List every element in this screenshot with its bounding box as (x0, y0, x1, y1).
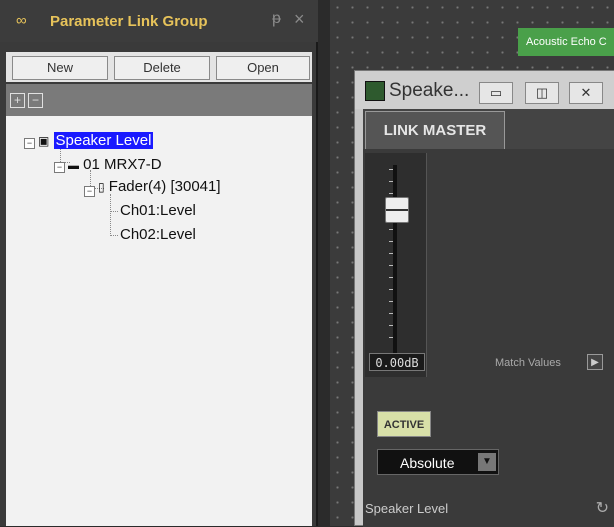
status-text: Speaker Level (365, 501, 449, 516)
panel-titlebar: ∞ Parameter Link Group ᵽ × (0, 0, 318, 42)
fader-knob[interactable] (385, 197, 409, 223)
component-editor-window: Speake... ▭ ◫ ✕ LINK MASTER 0.00dB Match… (354, 70, 614, 527)
new-button[interactable]: New (12, 56, 108, 80)
link-group-tree: − ▣ Speaker Level − ▬ 01 MRX7-D − ▯ Fade… (6, 116, 312, 526)
tree-node-label: Speaker Level (53, 132, 154, 149)
window-titlebar[interactable]: Speake... ▭ ◫ ✕ (355, 71, 614, 109)
toolbar: New Delete Open (6, 52, 312, 82)
mode-dropdown[interactable]: Absolute ▼ (377, 449, 499, 475)
tree-node-ch01[interactable]: Ch01:Level (120, 202, 196, 219)
fader-icon: ▯ (98, 180, 105, 194)
restore-button[interactable]: ◫ (525, 82, 559, 104)
device-icon: ▬ (68, 160, 79, 172)
match-values-label: Match Values (495, 357, 561, 369)
tree-expander[interactable]: − (54, 162, 65, 173)
collapse-all-icon[interactable]: − (28, 93, 43, 108)
link-icon: ∞ (16, 12, 27, 29)
close-button[interactable]: ✕ (569, 82, 603, 104)
fader-value-field[interactable]: 0.00dB (369, 353, 425, 371)
panel-title: Parameter Link Group (50, 13, 208, 30)
tree-node-speaker-level[interactable]: ▣ Speaker Level (38, 132, 154, 149)
fader-track (393, 165, 397, 365)
match-values-button[interactable]: ▶ (587, 354, 603, 370)
open-button[interactable]: Open (216, 56, 310, 80)
chevron-down-icon: ▼ (478, 453, 496, 471)
active-button[interactable]: ACTIVE (377, 411, 431, 437)
close-icon[interactable]: × (294, 9, 305, 30)
tree-expander[interactable]: − (84, 186, 95, 197)
tree-node-label: 01 MRX7-D (83, 156, 162, 173)
tree-node-ch02[interactable]: Ch02:Level (120, 226, 196, 243)
delete-button[interactable]: Delete (114, 56, 210, 80)
window-title: Speake... (389, 80, 470, 101)
mode-value: Absolute (400, 455, 455, 471)
parameter-link-group-panel: ∞ Parameter Link Group ᵽ × New Delete Op… (0, 0, 318, 526)
acoustic-echo-component[interactable]: Acoustic Echo C (518, 28, 614, 56)
tree-node-label: Fader(4) [30041] (108, 178, 221, 195)
tree-toolbar: + − (6, 84, 312, 116)
tree-expander[interactable]: − (24, 138, 35, 149)
tree-node-fader[interactable]: ▯ Fader(4) [30041] (98, 178, 221, 195)
expand-all-icon[interactable]: + (10, 93, 25, 108)
component-icon (365, 81, 385, 101)
refresh-icon[interactable]: ↻ (596, 498, 609, 518)
tree-node-device[interactable]: ▬ 01 MRX7-D (68, 156, 162, 173)
minimize-button[interactable]: ▭ (479, 82, 513, 104)
pin-icon[interactable]: ᵽ (272, 10, 281, 28)
group-icon: ▣ (38, 134, 50, 148)
tab-link-master[interactable]: LINK MASTER (365, 111, 505, 149)
window-status-bar: Speaker Level ↻ (363, 492, 614, 527)
